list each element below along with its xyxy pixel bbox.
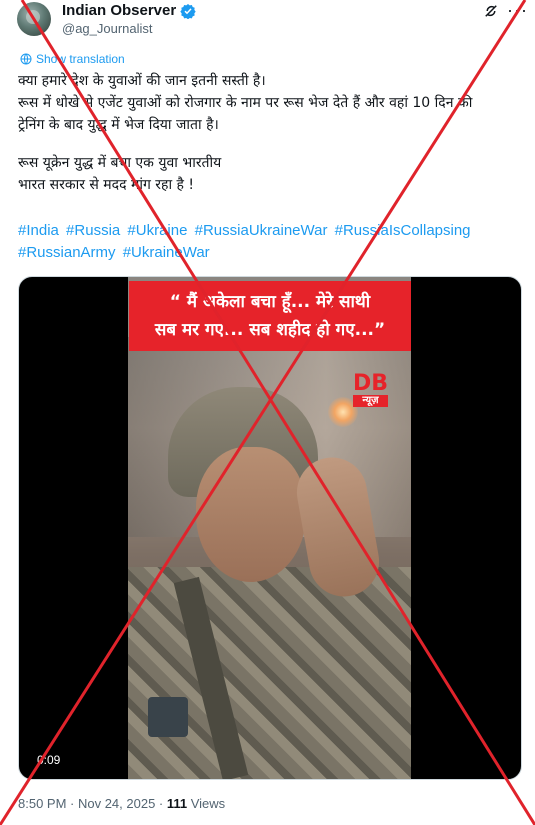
views-count: 111 — [166, 796, 188, 811]
video-player[interactable]: “ मैं अकेला बचा हूँ... मेरे साथी सब मर ग… — [18, 276, 522, 780]
hashtag-link[interactable]: #UkraineWar — [123, 244, 210, 261]
more-options-button[interactable]: ··· — [507, 0, 528, 20]
hashtag-link[interactable]: #RussiaIsCollapsing — [335, 222, 471, 239]
hashtag-link[interactable]: #RussiaUkraineWar — [195, 222, 328, 239]
tweet-text: क्या हमारे देश के युवाओं की जान इतनी सस्… — [18, 70, 523, 196]
display-name-text[interactable]: Indian Observer — [62, 2, 176, 20]
tweet-line: रूस यूक्रेन युद्ध में बचा एक युवा भारतीय — [18, 155, 222, 171]
tweet-line: ट्रेनिंग के बाद युद्ध में भेज दिया जाता … — [18, 117, 219, 133]
views-label: Views — [187, 796, 226, 811]
video-frame — [128, 277, 411, 779]
tweet-line: भारत सरकार से मदद मांग रहा है ! — [18, 177, 195, 193]
show-translation-link[interactable]: Show translation — [20, 52, 125, 66]
video-caption-line: “ मैं अकेला बचा हूँ... मेरे साथी — [169, 292, 371, 312]
hashtag-link[interactable]: #India — [18, 222, 59, 239]
verified-badge-icon — [180, 4, 196, 19]
video-caption-line: सब मर गए... सब शहीद हो गए...” — [154, 320, 386, 340]
globe-icon — [20, 53, 32, 65]
tweet-line: रूस में धोखे से एजेंट युवाओं को रोजगार क… — [18, 95, 473, 111]
avatar[interactable] — [17, 2, 51, 36]
hashtag-link[interactable]: #Russia — [66, 222, 120, 239]
grok-icon[interactable] — [482, 2, 500, 20]
hashtag-link[interactable]: #RussianArmy — [18, 244, 116, 261]
video-timestamp: 0:09 — [37, 753, 61, 767]
tweet-line: क्या हमारे देश के युवाओं की जान इतनी सस्… — [18, 73, 266, 89]
tweet-meta: 8:50 PM · Nov 24, 2025 · 111 Views — [18, 796, 225, 811]
hashtag-list: #India #Russia #Ukraine #RussiaUkraineWa… — [18, 220, 523, 264]
hashtag-link[interactable]: #Ukraine — [127, 222, 187, 239]
channel-logo: DB न्यूज़ — [353, 371, 389, 407]
show-translation-label[interactable]: Show translation — [36, 52, 125, 66]
video-caption-banner: “ मैं अकेला बचा हूँ... मेरे साथी सब मर ग… — [129, 281, 411, 351]
post-time[interactable]: 8:50 PM · Nov 24, 2025 · — [18, 796, 167, 811]
display-name[interactable]: Indian Observer — [62, 2, 196, 20]
user-handle[interactable]: @ag_Journalist — [62, 21, 153, 37]
